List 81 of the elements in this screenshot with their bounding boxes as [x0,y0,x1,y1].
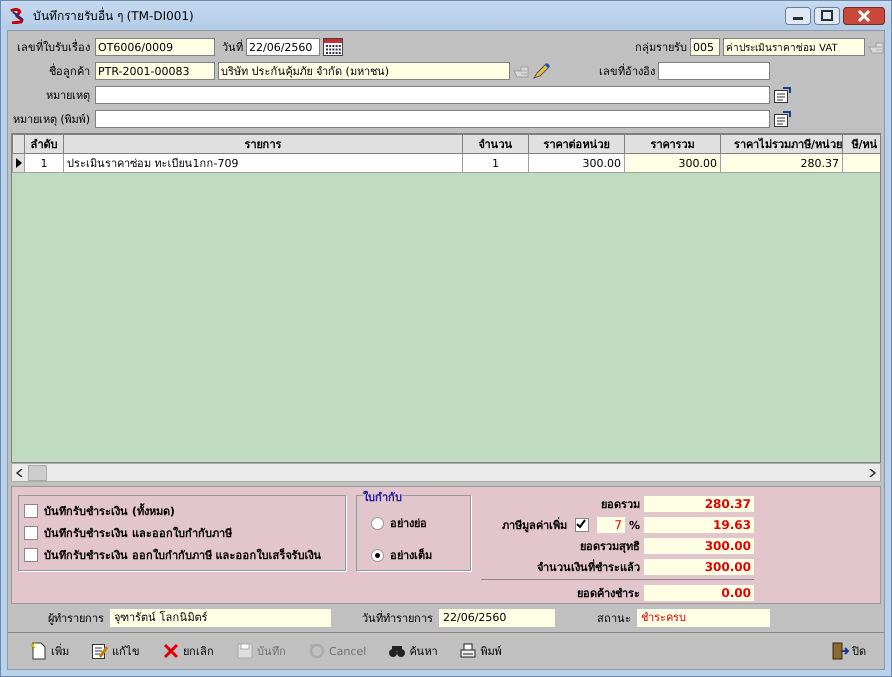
amount-value: 19.63 [644,517,754,533]
close-icon[interactable] [843,6,885,24]
table-cell: 1 [24,154,64,172]
radio-label: อย่างย่อ [390,516,427,532]
note-field[interactable] [95,110,770,128]
printer-icon [459,642,478,660]
info-value: จุฑารัตน์ โลกนิมิตร์ [110,609,331,627]
total-label: ยอดรวม [601,497,640,513]
field-label: กลุ่มรายรับ [635,40,687,56]
field-label: เลขที่ใบรับเรื่อง [16,38,91,56]
scroll-right-icon[interactable] [868,468,876,476]
amount-value: 300.00 [644,538,754,554]
field-label: วันที่ [222,38,243,56]
maximize-icon[interactable] [814,6,840,24]
total-label: ภาษีมูลค่าเพิ่ม [502,516,567,534]
cross-icon [162,642,180,660]
document-number-field[interactable]: OT6006/0009 [95,38,215,56]
field-label: หมายเหตุ [45,88,91,104]
field-label: เลขที่อ้างอิง [599,62,655,80]
radio-button[interactable] [371,548,384,562]
table-cell: 1 [462,154,528,172]
group-name-field[interactable]: ค่าประเมินราคาซ่อม VAT [723,38,865,56]
door-icon [831,642,849,660]
window-title: บันทึกรายรับอื่น ๆ (TM-DI001) [33,6,194,25]
checkbox-label: บันทึกรับชำระเงิน (ทั้งหมด) [44,502,175,520]
checkbox[interactable] [574,518,589,532]
date-field[interactable]: 22/06/2560 [246,38,320,56]
field-label: หมายเหตุ (พิมพ์) [12,112,91,128]
toolbar-button[interactable]: ค้นหา [384,640,442,662]
amount-value: 300.00 [644,559,754,575]
toolbar-button[interactable]: พิมพ์ [455,640,506,662]
memo-icon[interactable] [773,86,791,104]
column-header[interactable]: ลำดับ [24,134,64,154]
checkbox[interactable] [24,526,38,540]
info-value: 22/06/2560 [439,609,555,627]
memo-icon[interactable] [773,110,791,128]
customer-name-field[interactable]: บริษัท ประกันคุ้มภัย จำกัด (มหาชน) [218,62,510,80]
total-label: จำนวนเงินที่ชำระแล้ว [537,558,640,576]
info-value: ชำระครบ [637,609,770,627]
customer-code-field[interactable]: PTR-2001-00083 [95,62,215,80]
total-label: ยอดรวมสุทธิ [580,539,640,555]
table-cell: ประเมินราคาซ่อม ทะเบียน1กก-709 [64,154,462,172]
horizontal-scrollbar[interactable] [11,463,881,482]
checkbox[interactable] [24,548,38,562]
reference-field[interactable] [658,62,770,80]
column-header[interactable]: ราคาต่อหน่วย [528,134,624,154]
column-header[interactable]: จำนวน [462,134,528,154]
column-header[interactable]: รายการ [64,134,462,154]
column-header[interactable]: ราคาไม่รวมภาษี/หน่วย [720,134,842,154]
group-code-field[interactable]: 005 [690,38,720,56]
table-cell: 280.37 [720,154,842,172]
toolbar-button[interactable]: แก้ไข [87,640,144,662]
pen-icon[interactable] [532,62,550,80]
notepad-icon [91,642,109,660]
toolbar-button[interactable]: ยกเลิก [158,640,218,662]
note-field[interactable] [95,86,770,104]
table-cell: 300.00 [528,154,624,172]
scroll-left-icon[interactable] [16,468,24,476]
checkbox-label: บันทึกรับชำระเงิน ออกใบกำกับภาษี และออกใบเสร็จรับเงิน [44,547,322,564]
radio-button[interactable] [371,516,384,530]
minimize-icon[interactable] [785,6,811,24]
calendar-icon[interactable] [323,38,343,56]
percent-label: % [628,518,640,532]
amount-value: 280.37 [644,496,754,512]
field-label: ผู้ทำรายการ [48,611,104,627]
toolbar-button[interactable]: ปิด [827,640,870,662]
toolbar-button[interactable]: เพิ่ม [26,640,73,662]
checkbox[interactable] [24,504,38,518]
field-label: ชื่อลูกค้า [48,62,91,80]
column-header[interactable]: ราคารวม [624,134,720,154]
field-label: วันที่ทำรายการ [362,610,433,627]
radio-label: อย่างเต็ม [390,547,432,564]
scrollbar-thumb[interactable] [28,464,47,480]
total-label: ยอดค้างชำระ [577,586,640,602]
checkbox-label: บันทึกรับชำระเงิน และออกใบกำกับภาษี [44,526,232,542]
column-header[interactable]: ษี/หน่ [842,134,880,154]
page-icon [30,642,48,660]
table-cell: 300.00 [624,154,720,172]
amount-value: 0.00 [644,585,754,601]
rate-value: 7 [596,517,625,533]
field-label: สถานะ [597,611,631,627]
